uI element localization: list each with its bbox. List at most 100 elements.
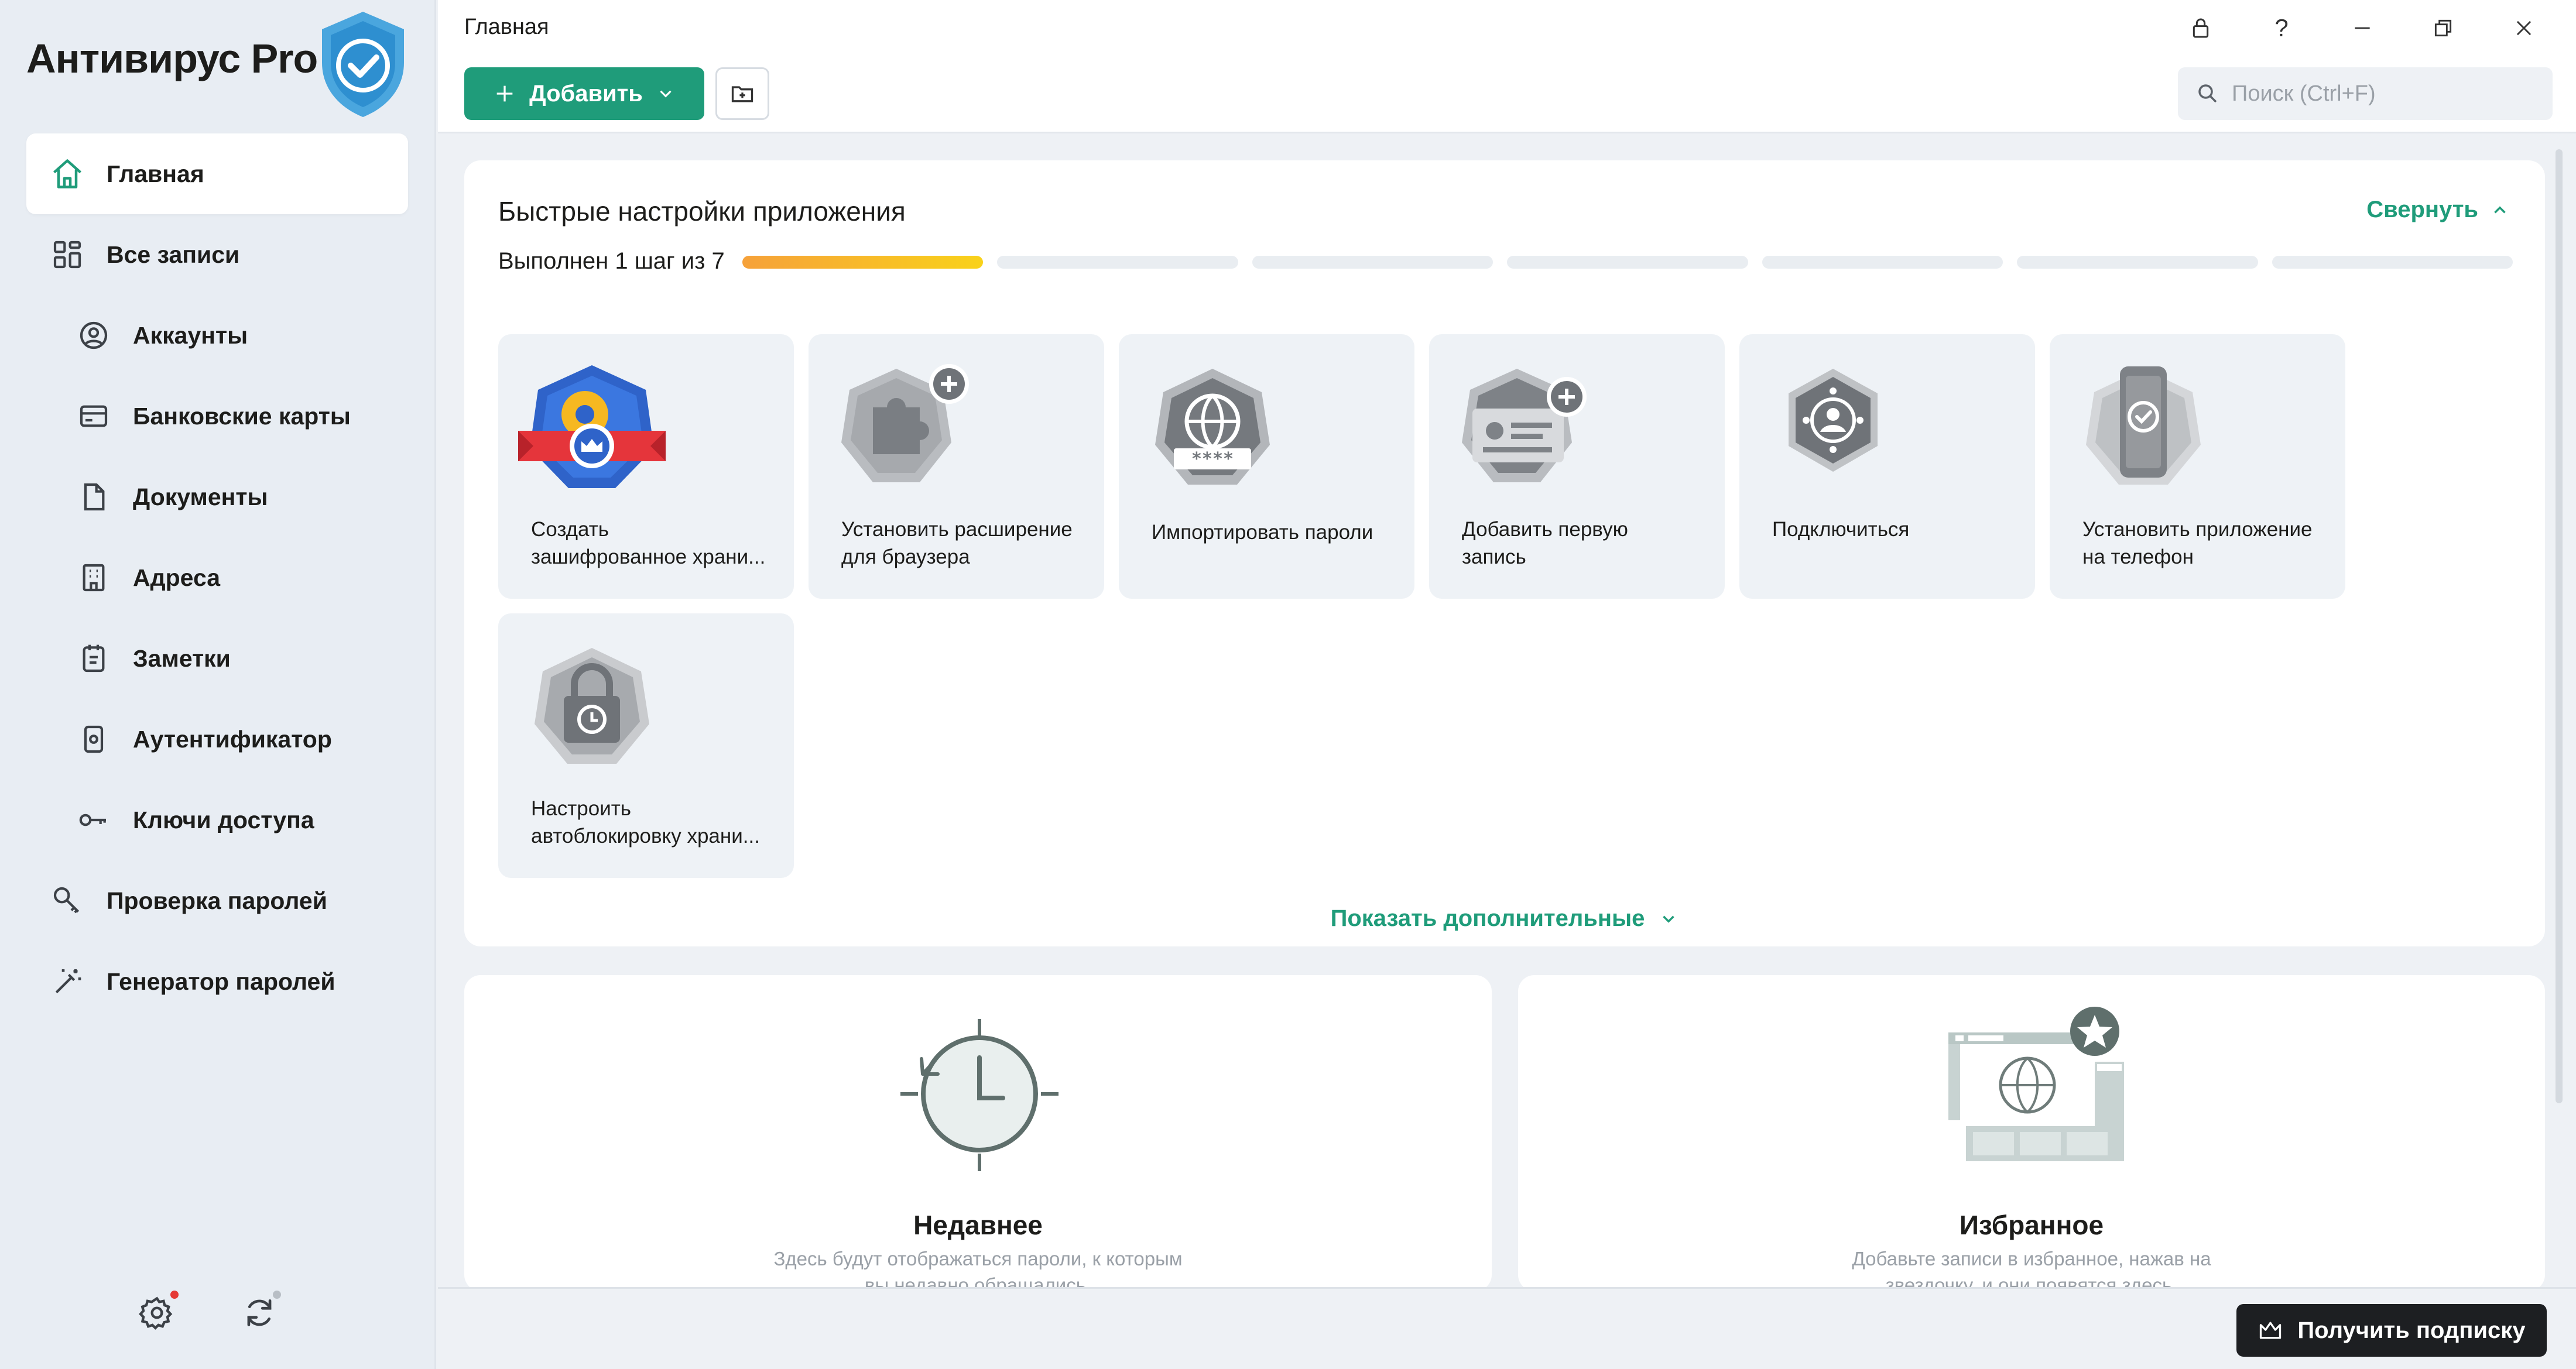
restore-button[interactable] [2403, 6, 2483, 50]
sidebar-item-label: Заметки [133, 644, 231, 672]
quick-setup-title: Быстрые настройки приложения [498, 196, 906, 227]
setup-tile-create-vault[interactable]: Создать зашифрованное храни... [498, 334, 794, 599]
setup-tile-import-passwords[interactable]: **** Импортировать пароли [1119, 334, 1414, 599]
crown-icon [2260, 1322, 2282, 1339]
close-button[interactable] [2483, 6, 2564, 50]
app-title: Антивирус Pro [26, 36, 318, 81]
recent-card: Недавнее Здесь будут отображаться пароли… [464, 975, 1492, 1296]
sidebar-footer [135, 1291, 281, 1334]
setup-tile-install-mobile-app[interactable]: Установить приложение на телефон [2050, 334, 2345, 599]
puzzle-plus-badge-icon [841, 364, 969, 482]
settings-button[interactable] [135, 1291, 179, 1334]
restore-icon [2434, 19, 2452, 36]
progress-label: Выполнен 1 шаг из 7 [498, 248, 725, 274]
sidebar-item-label: Документы [133, 483, 268, 510]
sidebar-item-notes[interactable]: Заметки [26, 618, 408, 699]
setup-tile-label: Импортировать пароли [1152, 521, 1373, 544]
sidebar-item-all-entries[interactable]: Все записи [26, 214, 408, 295]
sidebar-item-password-generator[interactable]: Генератор паролей [26, 941, 408, 1022]
progress-segment [1252, 256, 1493, 269]
folder-plus-icon [731, 86, 753, 102]
setup-tile-label: Установить расширение для браузера [841, 518, 1073, 568]
notification-dot [170, 1291, 179, 1299]
close-icon [2516, 20, 2532, 35]
card-icon [73, 396, 114, 437]
home-icon [47, 153, 88, 194]
sidebar-item-authenticator[interactable]: Аутентификатор [26, 699, 408, 780]
key-icon [73, 800, 114, 840]
connect-hexagon-badge-icon [1789, 369, 1878, 472]
sidebar-nav: Главная Все записи Аккаунты Банковские к… [26, 133, 408, 1022]
sidebar-item-label: Аутентификатор [133, 725, 332, 753]
sidebar-item-addresses[interactable]: Адреса [26, 537, 408, 618]
setup-tile-label: Подключиться [1772, 518, 1910, 541]
vault-crown-badge-icon [518, 365, 666, 488]
lock-button[interactable] [2160, 6, 2241, 50]
sync-button[interactable] [237, 1291, 281, 1334]
search-input[interactable] [2232, 81, 2536, 107]
chevron-up-icon [2494, 205, 2506, 213]
setup-tile-browser-extension[interactable]: Установить расширение для браузера [809, 334, 1104, 599]
progress-segment [2272, 256, 2513, 269]
globe-import-badge-icon: **** [1155, 369, 1270, 485]
search-box[interactable] [2178, 67, 2553, 120]
sidebar-item-label: Банковские карты [133, 402, 351, 430]
setup-tile-connect[interactable]: Подключиться [1739, 334, 2035, 599]
sidebar-item-label: Адреса [133, 564, 221, 591]
favorites-browser-star-illustration [1948, 1007, 2124, 1161]
recent-title: Недавнее [913, 1210, 1043, 1240]
breadcrumb: Главная [464, 15, 549, 39]
magic-wand-icon [47, 961, 88, 1002]
sidebar-item-accounts[interactable]: Аккаунты [26, 295, 408, 376]
main-content: Быстрые настройки приложения Свернуть Вы… [438, 135, 2576, 1296]
collapse-button[interactable]: Свернуть [2366, 197, 2510, 223]
progress-segment [742, 256, 984, 269]
collapse-label: Свернуть [2366, 197, 2478, 222]
sidebar-item-label: Проверка паролей [107, 887, 327, 914]
add-button-label: Добавить [529, 80, 643, 107]
key-search-icon [47, 880, 88, 921]
setup-tile-label: Создать зашифрованное храни... [531, 518, 766, 568]
get-subscription-button[interactable]: Получить подписку [2236, 1304, 2547, 1357]
top-bar: Главная ? Добавить [438, 0, 2576, 133]
user-icon [73, 315, 114, 356]
quick-setup-card: Быстрые настройки приложения Свернуть Вы… [464, 160, 2545, 946]
grid-icon [47, 234, 88, 275]
recent-clock-illustration [900, 1019, 1059, 1171]
lock-icon [2193, 18, 2209, 37]
shield-check-logo-icon [322, 12, 404, 117]
add-button[interactable]: Добавить [464, 67, 704, 120]
sidebar-item-label: Генератор паролей [107, 967, 335, 995]
favorites-card: Избранное Добавьте записи в избранное, н… [1518, 975, 2545, 1296]
favorites-title: Избранное [1959, 1210, 2104, 1240]
setup-tile-add-first-entry[interactable]: Добавить первую запись [1429, 334, 1725, 599]
sidebar-item-label: Ключи доступа [133, 806, 314, 833]
sidebar-item-passkeys[interactable]: Ключи доступа [26, 780, 408, 860]
sync-icon [247, 1299, 271, 1326]
building-icon [73, 557, 114, 598]
notepad-icon [73, 638, 114, 679]
chevron-down-icon [660, 90, 672, 98]
progress-segment [2017, 256, 2258, 269]
add-folder-button[interactable] [715, 67, 769, 120]
setup-tile-label: Настроить автоблокировку храни... [531, 797, 760, 848]
progress-bar [742, 256, 2513, 269]
window-controls: ? [2160, 6, 2564, 50]
get-subscription-label: Получить подписку [2297, 1317, 2526, 1343]
phone-icon [73, 719, 114, 760]
sidebar-item-label: Главная [107, 160, 204, 187]
main-scrollbar[interactable] [2556, 149, 2563, 1103]
setup-tile-auto-lock[interactable]: Настроить автоблокировку храни... [498, 613, 794, 878]
sidebar-item-bank-cards[interactable]: Банковские карты [26, 376, 408, 457]
help-button[interactable]: ? [2241, 6, 2322, 50]
status-dot [273, 1291, 281, 1299]
card-plus-badge-icon [1462, 369, 1587, 482]
sidebar-item-documents[interactable]: Документы [26, 457, 408, 537]
show-more-button[interactable]: Показать дополнительные [464, 905, 2545, 932]
sidebar-item-home[interactable]: Главная [26, 133, 408, 214]
minimize-button[interactable] [2322, 6, 2403, 50]
sidebar-item-password-check[interactable]: Проверка паролей [26, 860, 408, 941]
progress-segment [1762, 256, 2003, 269]
sidebar-item-label: Аккаунты [133, 321, 248, 349]
sidebar: Антивирус Pro Главная Все записи Аккаунт… [0, 0, 436, 1369]
